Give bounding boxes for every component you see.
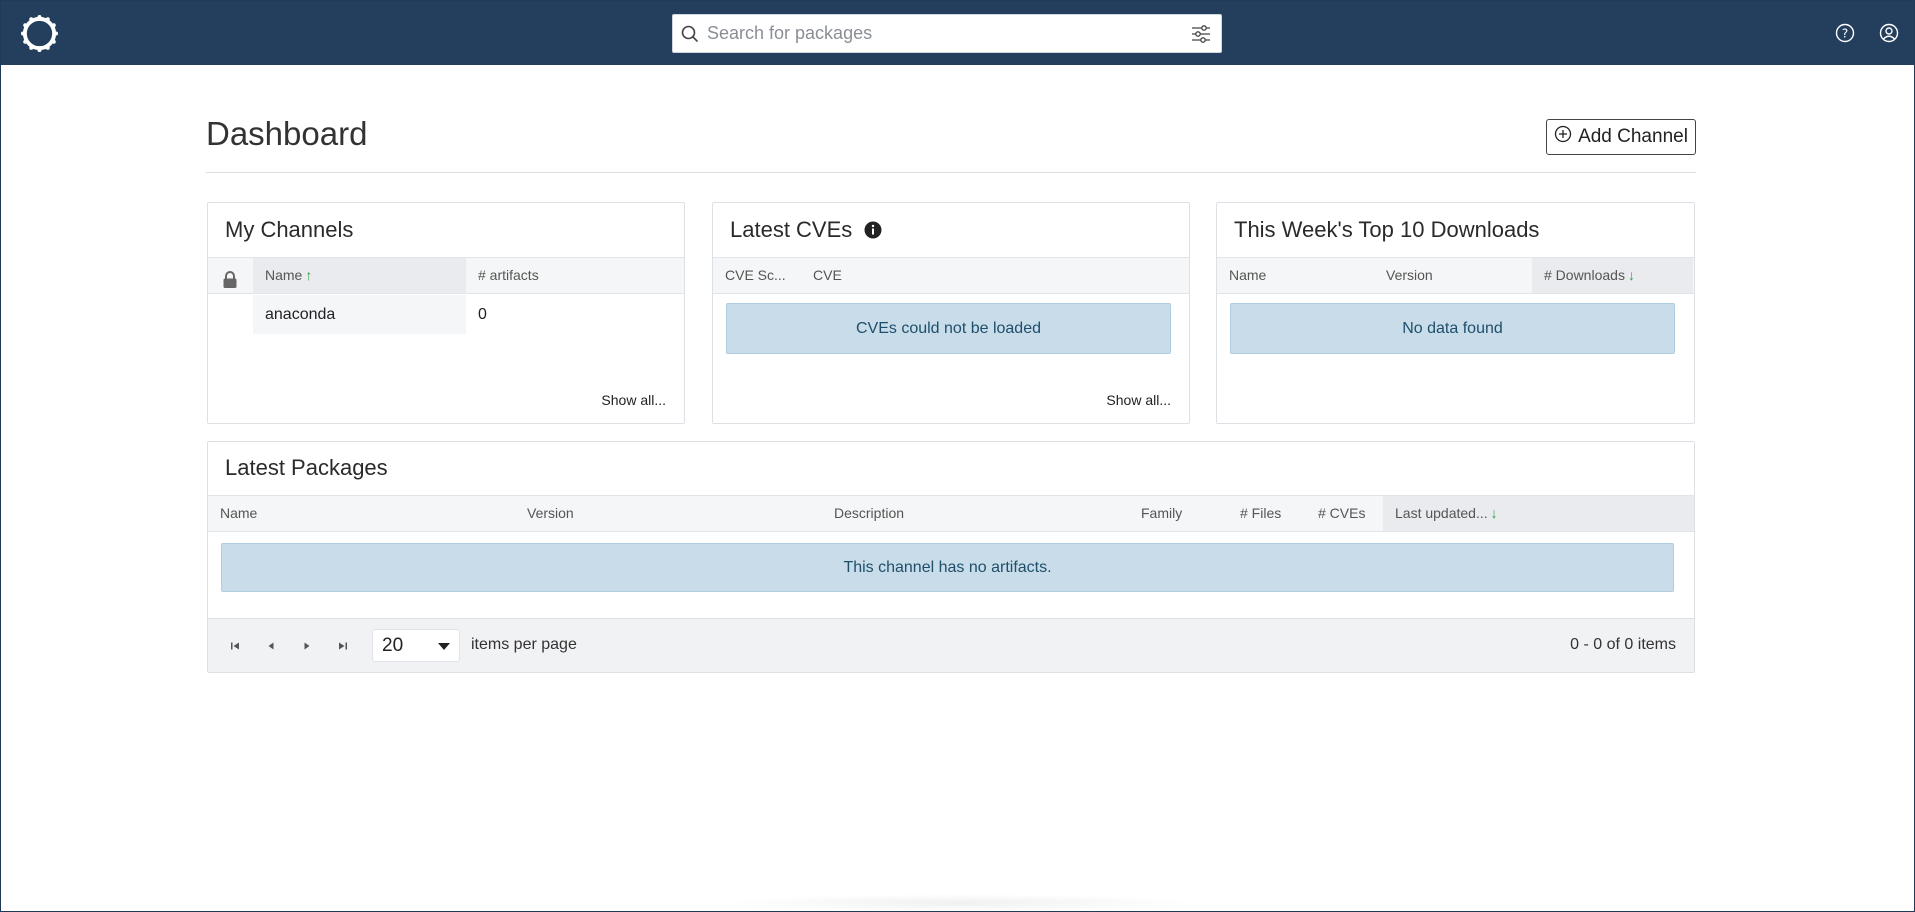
- header-divider: [206, 172, 1696, 173]
- search-input[interactable]: [707, 15, 1181, 52]
- items-per-page-select[interactable]: 20: [372, 629, 460, 662]
- next-page-icon[interactable]: [300, 639, 314, 653]
- show-all-channels-link[interactable]: Show all...: [601, 392, 666, 408]
- name-column-header[interactable]: Name: [1217, 258, 1374, 293]
- first-page-icon[interactable]: [228, 639, 242, 653]
- card-title: This Week's Top 10 Downloads: [1234, 217, 1540, 242]
- sliders-icon[interactable]: [1181, 15, 1221, 52]
- caret-down-icon: [438, 643, 450, 650]
- table-header: Name Version # Downloads ↓: [1217, 257, 1694, 294]
- help-circle-icon[interactable]: ?: [1833, 21, 1857, 45]
- last-updated-column-header[interactable]: Last updated... ↓: [1383, 496, 1694, 531]
- version-column-header[interactable]: Version: [1374, 258, 1532, 293]
- version-column-header[interactable]: Version: [515, 496, 822, 531]
- card-title: Latest CVEs: [730, 217, 882, 245]
- name-column-header[interactable]: Name: [208, 496, 515, 531]
- lock-column-header[interactable]: [208, 258, 253, 293]
- latest-packages-card: Latest Packages Name Version Description…: [207, 441, 1695, 673]
- card-title: Latest Packages: [225, 455, 388, 480]
- table-header: Name Version Description Family # Files …: [208, 495, 1694, 532]
- latest-cves-card: Latest CVEs CVE Sc... CVE CVEs could not…: [712, 202, 1190, 424]
- channel-name-link[interactable]: anaconda: [265, 306, 335, 324]
- user-circle-icon[interactable]: [1877, 21, 1901, 45]
- family-column-header[interactable]: Family: [1129, 496, 1228, 531]
- pagination-info: 0 - 0 of 0 items: [1570, 636, 1676, 653]
- no-artifacts-notice: This channel has no artifacts.: [221, 543, 1674, 592]
- info-icon[interactable]: [864, 219, 882, 245]
- no-data-notice: No data found: [1230, 303, 1675, 354]
- my-channels-card: My Channels Name ↑ # artifacts anaconda 0…: [207, 202, 685, 424]
- sort-descending-icon: ↓: [1490, 505, 1498, 521]
- plus-circle-icon: [1554, 125, 1572, 149]
- sort-ascending-icon: ↑: [305, 267, 313, 283]
- add-channel-label: Add Channel: [1578, 126, 1688, 147]
- lock-icon: [222, 267, 238, 302]
- pagination-bar: 20 items per page 0 - 0 of 0 items: [208, 618, 1694, 672]
- anaconda-logo-icon[interactable]: [20, 14, 59, 53]
- artifacts-column-header[interactable]: # artifacts: [466, 258, 684, 293]
- cve-score-column-header[interactable]: CVE Sc...: [713, 258, 801, 293]
- search-icon: [673, 15, 707, 52]
- cves-column-header[interactable]: # CVEs: [1306, 496, 1383, 531]
- channel-artifacts-count: 0: [478, 306, 487, 323]
- files-column-header[interactable]: # Files: [1228, 496, 1306, 531]
- table-header: CVE Sc... CVE: [713, 257, 1189, 294]
- previous-page-icon[interactable]: [264, 639, 278, 653]
- cve-column-header[interactable]: CVE: [801, 258, 1001, 293]
- sort-descending-icon: ↓: [1627, 267, 1635, 283]
- bottom-shadow: [721, 894, 1201, 912]
- last-page-icon[interactable]: [336, 639, 350, 653]
- cves-error-notice: CVEs could not be loaded: [726, 303, 1171, 354]
- description-column-header[interactable]: Description: [822, 496, 1129, 531]
- table-header: Name ↑ # artifacts: [208, 257, 684, 294]
- svg-text:?: ?: [1842, 27, 1848, 41]
- items-per-page-label: items per page: [471, 636, 577, 653]
- package-search-box[interactable]: [672, 14, 1222, 53]
- page-title: Dashboard: [206, 115, 368, 152]
- downloads-column-header[interactable]: # Downloads ↓: [1532, 258, 1693, 293]
- top-downloads-card: This Week's Top 10 Downloads Name Versio…: [1216, 202, 1695, 424]
- top-navigation-bar: ?: [1, 1, 1914, 65]
- card-title: My Channels: [225, 217, 354, 242]
- name-column-header[interactable]: Name ↑: [253, 258, 466, 293]
- add-channel-button[interactable]: Add Channel: [1546, 119, 1696, 155]
- show-all-cves-link[interactable]: Show all...: [1106, 392, 1171, 408]
